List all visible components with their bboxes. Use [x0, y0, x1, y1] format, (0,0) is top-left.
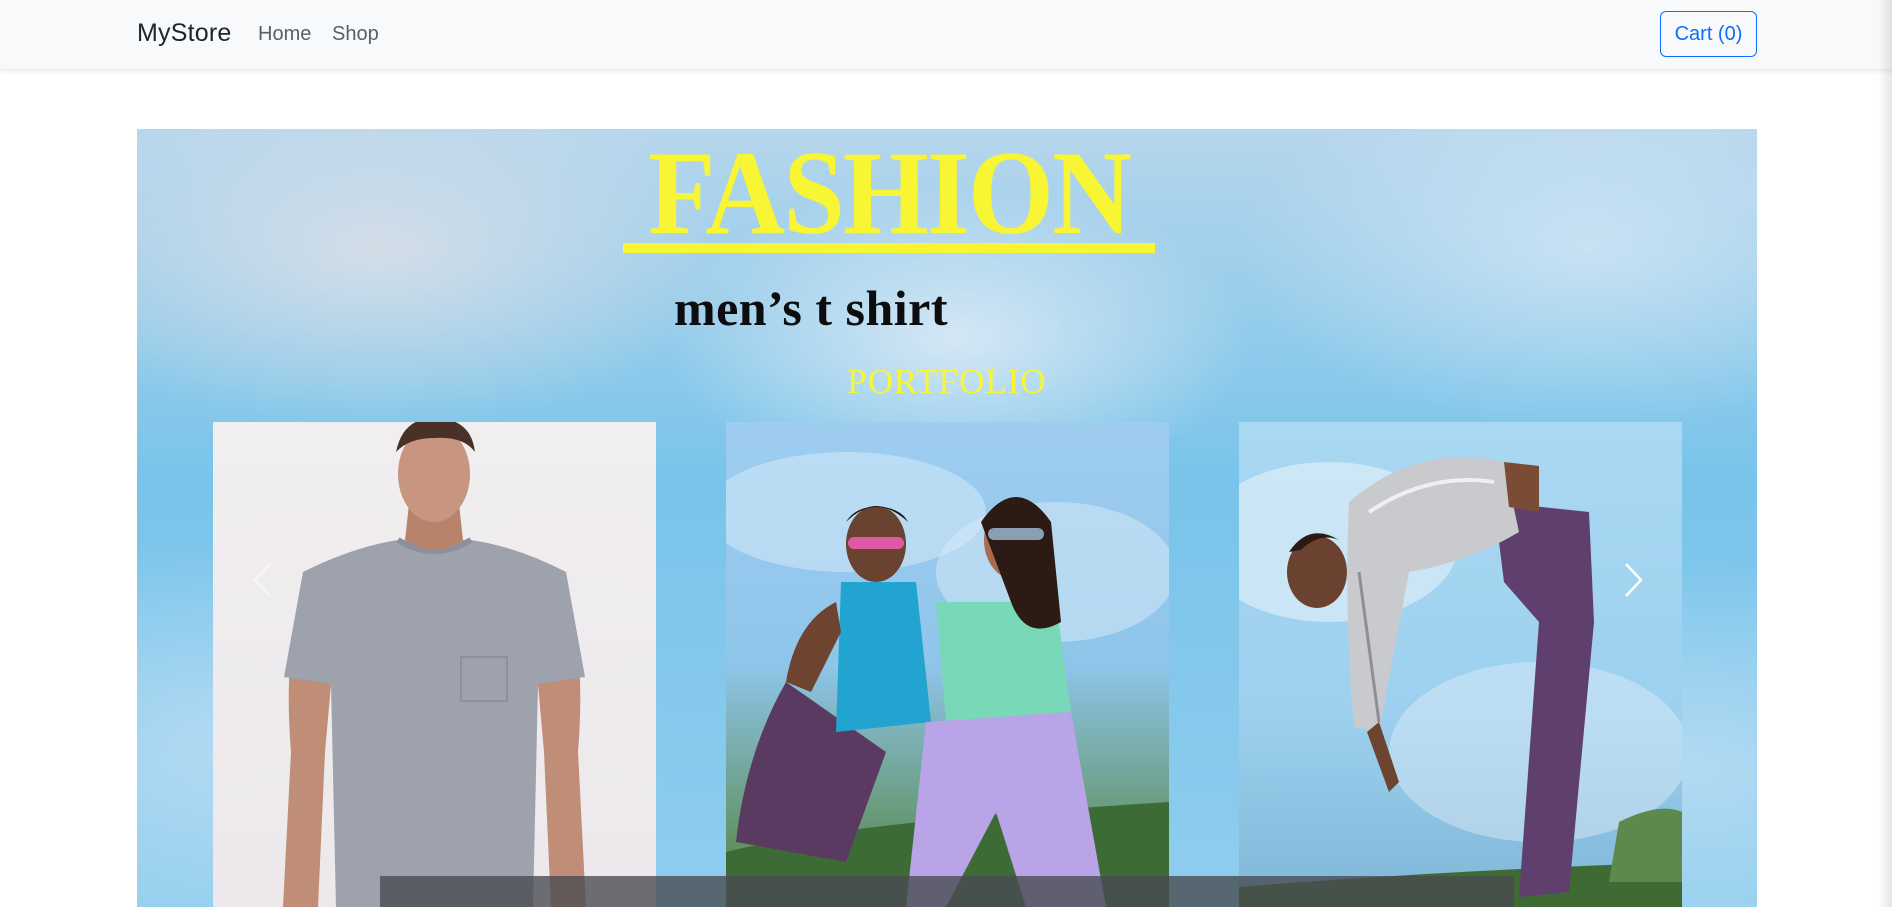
scrollbar-shadow [1878, 0, 1892, 907]
carousel-image-grey-tshirt [213, 422, 656, 907]
hero-subtitle: men’s t shirt [673, 280, 949, 336]
cart-button[interactable]: Cart (0) [1660, 11, 1757, 57]
hero-carousel: FASHION men’s t shirt PORTFOLIO ... [137, 129, 1757, 907]
carousel-caption-text: ... [936, 886, 958, 907]
chevron-right-icon [1623, 561, 1645, 604]
hero-tagline: PORTFOLIO [847, 362, 1047, 401]
carousel-image-silver-jacket [1239, 422, 1682, 907]
nav-link-home[interactable]: Home [258, 23, 311, 46]
hero-title: FASHION [648, 129, 1132, 259]
navbar: MyStore Home Shop Cart (0) [0, 0, 1892, 70]
hero-title-underline [623, 243, 1155, 253]
carousel-caption: ... [380, 876, 1514, 907]
nav-link-shop[interactable]: Shop [332, 23, 379, 46]
chevron-left-icon [251, 561, 273, 604]
carousel-prev-button[interactable] [237, 552, 287, 612]
carousel-next-button[interactable] [1609, 552, 1659, 612]
carousel-image-couple [726, 422, 1169, 907]
brand-logo[interactable]: MyStore [137, 19, 231, 48]
